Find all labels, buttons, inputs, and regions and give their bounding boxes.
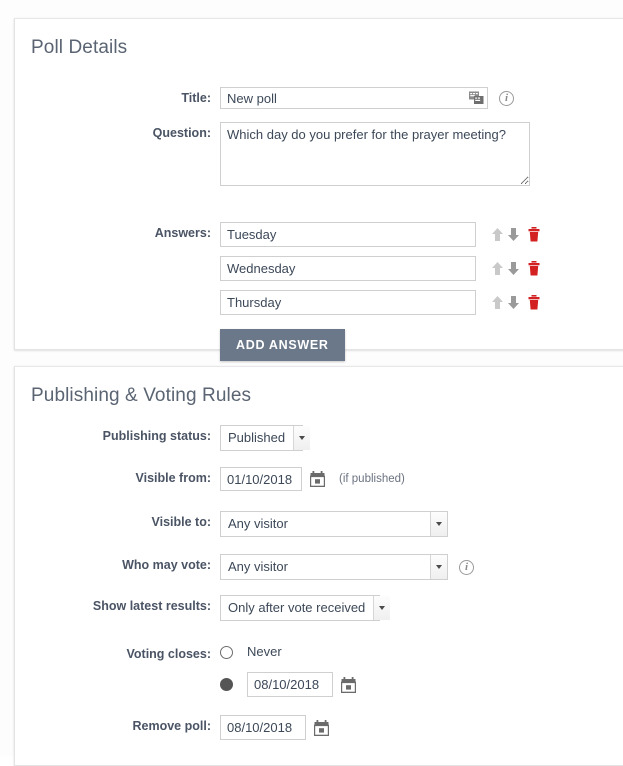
- publishing-heading: Publishing & Voting Rules: [31, 385, 252, 406]
- chevron-down-icon: [430, 555, 447, 579]
- poll-details-heading: Poll Details: [31, 37, 128, 58]
- voting-closes-date-row: [15, 672, 357, 697]
- add-answer-control: ADD ANSWER: [220, 329, 345, 361]
- remove-poll-input[interactable]: [220, 715, 306, 740]
- publishing-status-row: Publishing status: Published: [15, 425, 311, 451]
- show-latest-results-control: Only after vote received: [220, 595, 391, 621]
- visible-from-input[interactable]: [220, 467, 302, 491]
- visible-from-label: Visible from:: [135, 471, 211, 485]
- question-row: Question: Which day do you prefer for th…: [15, 122, 530, 186]
- who-may-vote-control: Any visitor i: [220, 554, 474, 580]
- voting-closes-never-label: Never: [247, 644, 282, 659]
- voting-closes-date-control: [220, 672, 357, 697]
- show-latest-results-label: Show latest results:: [92, 599, 211, 613]
- visible-to-select[interactable]: Any visitor: [220, 511, 448, 537]
- title-input[interactable]: [220, 87, 488, 109]
- publishing-status-label: Publishing status:: [102, 429, 211, 443]
- answer-control: [220, 256, 540, 281]
- show-latest-results-select[interactable]: Only after vote received: [220, 595, 391, 621]
- who-may-vote-value: Any visitor: [228, 559, 288, 574]
- visible-to-value: Any visitor: [228, 516, 288, 531]
- answer-actions: [491, 227, 540, 242]
- arrow-up-icon[interactable]: [491, 227, 504, 242]
- question-control: Which day do you prefer for the prayer m…: [220, 122, 530, 186]
- arrow-down-icon[interactable]: [507, 261, 520, 276]
- publishing-status-control: Published: [220, 425, 311, 451]
- question-label: Question:: [152, 126, 211, 140]
- voting-closes-row: Voting closes: Never: [15, 643, 282, 665]
- question-textarea[interactable]: Which day do you prefer for the prayer m…: [220, 122, 530, 186]
- add-answer-row: ADD ANSWER: [15, 329, 345, 361]
- voting-closes-never-control: Never: [220, 643, 282, 661]
- visible-from-hint: (if published): [339, 473, 405, 485]
- visible-to-row: Visible to: Any visitor: [15, 511, 448, 537]
- answers-label: Answers:: [154, 226, 211, 240]
- answer-row: [15, 290, 540, 315]
- calendar-icon[interactable]: [313, 719, 330, 736]
- who-may-vote-info-icon[interactable]: i: [459, 559, 474, 575]
- who-may-vote-label: Who may vote:: [122, 558, 211, 572]
- voting-closes-label: Voting closes:: [126, 647, 211, 661]
- trash-icon[interactable]: [528, 295, 540, 310]
- voting-closes-date-radio[interactable]: [220, 678, 233, 691]
- answer-input[interactable]: [220, 290, 476, 315]
- voting-closes-never-radio[interactable]: [220, 645, 233, 659]
- chevron-down-icon: [373, 596, 391, 620]
- title-control: i: [220, 87, 514, 109]
- answer-row: [15, 256, 540, 281]
- remove-poll-row: Remove poll:: [15, 715, 330, 740]
- who-may-vote-select[interactable]: Any visitor: [220, 554, 448, 580]
- publishing-voting-rules-panel: Publishing & Voting Rules Publishing sta…: [14, 366, 623, 766]
- multilanguage-icon[interactable]: [469, 91, 484, 105]
- title-input-wrapper: [220, 87, 488, 109]
- poll-details-panel: Poll Details Title: New poll i Question:…: [14, 18, 623, 361]
- title-label: Title:: [181, 91, 211, 105]
- trash-icon[interactable]: [528, 261, 540, 276]
- answer-row: Answers:: [15, 222, 540, 247]
- answer-actions: [491, 261, 540, 276]
- calendar-icon[interactable]: [309, 471, 326, 488]
- trash-icon[interactable]: [528, 227, 540, 242]
- arrow-up-icon[interactable]: [491, 261, 504, 276]
- remove-poll-label: Remove poll:: [132, 719, 212, 733]
- answer-control: [220, 290, 540, 315]
- voting-closes-date-input[interactable]: [247, 672, 333, 697]
- remove-poll-control: [220, 715, 330, 740]
- title-info-icon[interactable]: i: [499, 90, 514, 106]
- answer-input[interactable]: [220, 256, 476, 281]
- arrow-down-icon[interactable]: [507, 227, 520, 242]
- answer-actions: [491, 295, 540, 310]
- visible-from-row: Visible from: (if published): [15, 467, 405, 491]
- visible-from-control: (if published): [220, 467, 405, 491]
- publishing-status-select[interactable]: Published: [220, 425, 311, 451]
- answer-input[interactable]: [220, 222, 476, 247]
- show-latest-results-row: Show latest results: Only after vote rec…: [15, 595, 391, 621]
- arrow-up-icon[interactable]: [491, 295, 504, 310]
- add-answer-button[interactable]: ADD ANSWER: [220, 329, 345, 361]
- visible-to-label: Visible to:: [151, 515, 211, 529]
- show-latest-results-value: Only after vote received: [228, 600, 366, 615]
- calendar-icon[interactable]: [340, 676, 357, 693]
- title-row: Title: New poll i: [15, 87, 514, 109]
- chevron-down-icon: [293, 426, 311, 450]
- visible-to-control: Any visitor: [220, 511, 448, 537]
- chevron-down-icon: [430, 512, 447, 536]
- answer-control: [220, 222, 540, 247]
- publishing-status-value: Published: [228, 430, 286, 445]
- who-may-vote-row: Who may vote: Any visitor i: [15, 554, 474, 580]
- arrow-down-icon[interactable]: [507, 295, 520, 310]
